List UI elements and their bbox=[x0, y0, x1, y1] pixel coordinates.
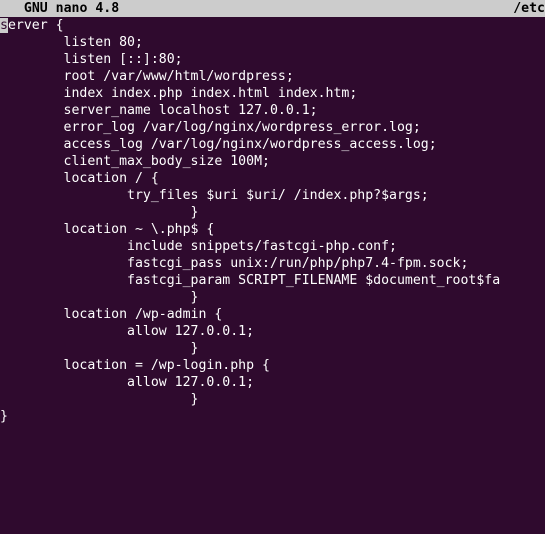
code-line: try_files $uri $uri/ /index.php?$args; bbox=[0, 187, 545, 204]
code-line: location / { bbox=[0, 170, 545, 187]
code-line: listen [::]:80; bbox=[0, 51, 545, 68]
code-line: location = /wp-login.php { bbox=[0, 357, 545, 374]
code-line: error_log /var/log/nginx/wordpress_error… bbox=[0, 119, 545, 136]
file-path: /etc bbox=[513, 0, 545, 17]
code-line: fastcgi_pass unix:/run/php/php7.4-fpm.so… bbox=[0, 255, 545, 272]
code-line: allow 127.0.0.1; bbox=[0, 323, 545, 340]
code-line: include snippets/fastcgi-php.conf; bbox=[0, 238, 545, 255]
line-text: erver { bbox=[8, 18, 64, 33]
editor-area[interactable]: server { listen 80; listen [::]:80; root… bbox=[0, 17, 545, 425]
code-line: location ~ \.php$ { bbox=[0, 221, 545, 238]
code-line: server_name localhost 127.0.0.1; bbox=[0, 102, 545, 119]
code-line: root /var/www/html/wordpress; bbox=[0, 68, 545, 85]
code-line: } bbox=[0, 391, 545, 408]
code-line: } bbox=[0, 408, 545, 425]
code-line: client_max_body_size 100M; bbox=[0, 153, 545, 170]
code-line: location /wp-admin { bbox=[0, 306, 545, 323]
code-line: allow 127.0.0.1; bbox=[0, 374, 545, 391]
code-line: } bbox=[0, 340, 545, 357]
code-line: listen 80; bbox=[0, 34, 545, 51]
code-line: index index.php index.html index.htm; bbox=[0, 85, 545, 102]
code-line: access_log /var/log/nginx/wordpress_acce… bbox=[0, 136, 545, 153]
cursor: s bbox=[0, 18, 8, 33]
app-name: GNU nano 4.8 bbox=[0, 0, 119, 17]
code-line: server { bbox=[0, 17, 545, 34]
title-bar: GNU nano 4.8 /etc bbox=[0, 0, 545, 17]
code-line: } bbox=[0, 204, 545, 221]
code-line: } bbox=[0, 289, 545, 306]
code-line: fastcgi_param SCRIPT_FILENAME $document_… bbox=[0, 272, 545, 289]
